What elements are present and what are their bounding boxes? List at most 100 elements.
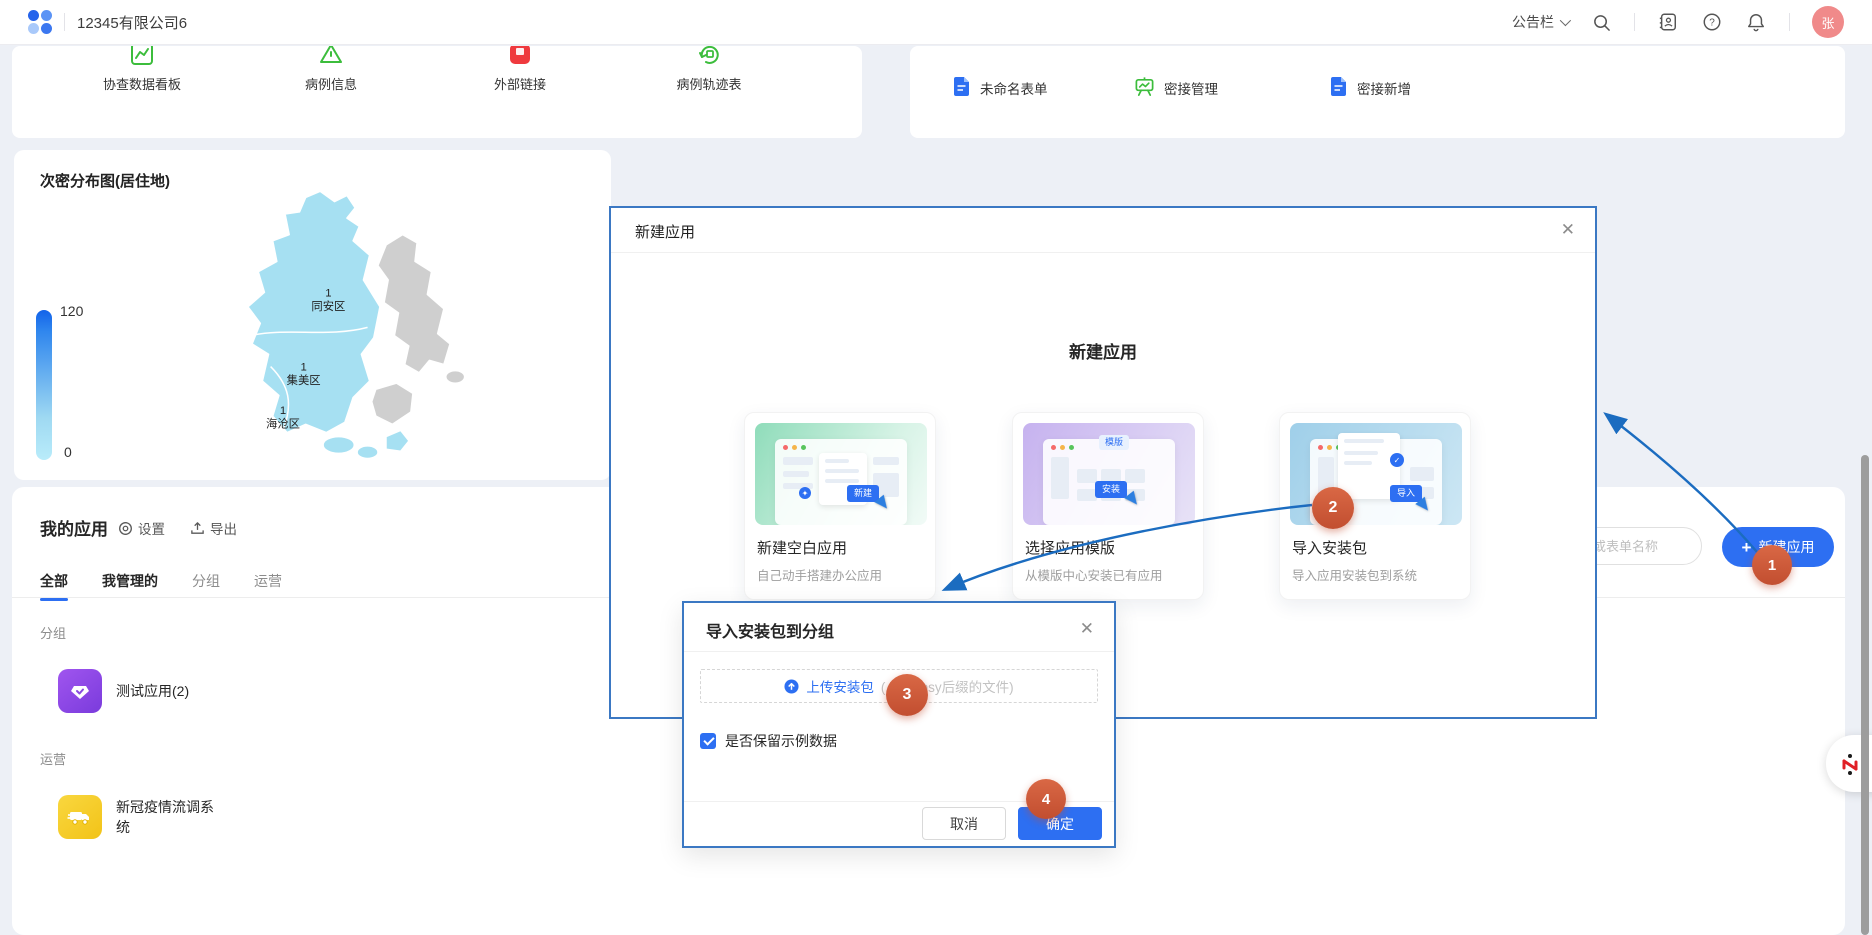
network-n-icon — [1838, 752, 1862, 776]
install-chip: 安装 — [1095, 481, 1127, 498]
plus-icon: + — [1742, 539, 1752, 556]
scrollbar[interactable] — [1861, 455, 1869, 935]
import-chip: 导入 — [1390, 485, 1422, 502]
card-desc: 导入应用安装包到系统 — [1292, 565, 1417, 584]
brand-logo-icon[interactable] — [28, 10, 52, 34]
help-icon[interactable]: ? — [1701, 11, 1723, 33]
divider — [1789, 13, 1790, 31]
modal-heading: 新建应用 — [611, 338, 1595, 363]
quick-app-label: 协查数据看板 — [76, 74, 208, 93]
quick-app-label: 病例轨迹表 — [643, 74, 775, 93]
quick-form-label: 密接管理 — [1164, 78, 1218, 98]
card-title: 新建空白应用 — [757, 537, 847, 558]
contacts-icon[interactable] — [1657, 11, 1679, 33]
quick-form-label: 密接新增 — [1357, 78, 1411, 98]
create-chip: 新建 — [847, 485, 879, 502]
truck-app-icon — [58, 795, 102, 839]
map-card-title: 次密分布图(居住地) — [40, 170, 170, 191]
close-icon[interactable]: ✕ — [1561, 220, 1575, 240]
quick-form-item[interactable]: 未命名表单 — [952, 76, 1048, 100]
app-root: 12345有限公司6 公告栏 ? 张 — [0, 0, 1872, 935]
form-icon — [1329, 76, 1348, 100]
ops-section-label: 运营 — [40, 749, 66, 768]
step-badge-3: 3 — [886, 674, 928, 716]
quick-app-item[interactable]: 病例轨迹表 — [643, 46, 775, 93]
app-name: 新冠疫情流调系统 — [116, 797, 220, 837]
card-desc: 从模版中心安装已有应用 — [1025, 565, 1163, 584]
case-info-icon — [265, 46, 397, 70]
map-legend-gradient — [36, 310, 52, 460]
board-icon — [1134, 76, 1155, 100]
dashboard-chart-icon — [76, 46, 208, 70]
legend-max-value: 120 — [60, 303, 83, 319]
step-badge-1: 1 — [1752, 545, 1792, 585]
blank-app-illustration: ✦ 新建 — [755, 423, 927, 525]
quick-apps-card-left: 协查数据看板 病例信息 外部链接 病例轨迹表 — [12, 46, 862, 138]
quick-app-label: 外部链接 — [454, 74, 586, 93]
region-value: 1 — [325, 287, 331, 299]
modal-title: 新建应用 — [635, 221, 695, 242]
template-illustration: 模版 安装 — [1023, 423, 1195, 525]
app-list-item[interactable]: 新冠疫情流调系统 — [58, 795, 220, 839]
app-name: 测试应用(2) — [116, 681, 220, 701]
quick-form-item[interactable]: 密接管理 — [1134, 76, 1218, 100]
choose-template-card[interactable]: 模版 安装 选择应用模版 从模版中心安装已有应用 — [1012, 412, 1204, 600]
search-icon[interactable] — [1590, 11, 1612, 33]
card-title: 导入安装包 — [1292, 537, 1367, 558]
quick-app-item[interactable]: 病例信息 — [265, 46, 397, 93]
divider — [64, 13, 65, 31]
create-blank-app-card[interactable]: ✦ 新建 新建空白应用 自己动手搭建办公应用 — [744, 412, 936, 600]
region-value: 1 — [280, 405, 286, 417]
quick-form-label: 未命名表单 — [980, 78, 1048, 98]
announcement-label: 公告栏 — [1512, 12, 1554, 32]
region-name: 海沧区 — [266, 416, 300, 430]
company-name: 12345有限公司6 — [77, 12, 187, 33]
svg-text:?: ? — [1709, 18, 1715, 29]
upload-label: 上传安装包 — [806, 676, 874, 696]
quick-app-item[interactable]: 外部链接 — [454, 46, 586, 93]
settings-label: 设置 — [138, 518, 165, 538]
map-island-gray — [372, 383, 413, 424]
region-name: 集美区 — [287, 373, 321, 387]
card-desc: 自己动手搭建办公应用 — [757, 565, 882, 584]
choropleth-map[interactable]: 1 同安区 1 集美区 1 海沧区 — [184, 188, 514, 473]
check-icon: ✓ — [1390, 453, 1404, 467]
cancel-button[interactable]: 取消 — [922, 807, 1006, 840]
region-name: 同安区 — [311, 299, 345, 313]
gear-icon — [118, 521, 133, 536]
bell-icon[interactable] — [1745, 11, 1767, 33]
upload-icon — [784, 679, 799, 694]
chevron-down-icon — [1560, 15, 1571, 26]
app-list-item[interactable]: 测试应用(2) — [58, 669, 220, 713]
form-icon — [952, 76, 971, 100]
import-package-card[interactable]: ✓ 导入 导入安装包 导入应用安装包到系统 — [1279, 412, 1471, 600]
announcement-dropdown[interactable]: 公告栏 — [1512, 12, 1568, 32]
close-icon[interactable]: ✕ — [1080, 619, 1094, 639]
keep-sample-data-checkbox[interactable] — [700, 733, 716, 749]
top-bar: 12345有限公司6 公告栏 ? 张 — [0, 0, 1872, 44]
quick-form-item[interactable]: 密接新增 — [1329, 76, 1411, 100]
divider — [1634, 13, 1635, 31]
checkbox-label: 是否保留示例数据 — [725, 731, 837, 751]
map-card: 次密分布图(居住地) 120 0 1 同安区 1 集美区 1 海沧区 — [14, 150, 611, 480]
modal-title: 导入安装包到分组 — [706, 618, 834, 642]
step-badge-4: 4 — [1026, 779, 1066, 819]
legend-min-value: 0 — [64, 444, 72, 460]
my-apps-title: 我的应用 — [40, 515, 108, 540]
quick-app-item[interactable]: 协查数据看板 — [76, 46, 208, 93]
export-button[interactable]: 导出 — [190, 518, 237, 538]
map-region-gray — [378, 235, 450, 373]
settings-button[interactable]: 设置 — [118, 518, 165, 538]
region-value: 1 — [300, 362, 306, 374]
divider — [611, 252, 1595, 253]
export-label: 导出 — [210, 518, 237, 538]
avatar[interactable]: 张 — [1812, 6, 1844, 38]
trajectory-icon — [643, 46, 775, 70]
template-tag-chip: 模版 — [1099, 435, 1129, 450]
spark-icon: ✦ — [799, 487, 811, 499]
step-badge-2: 2 — [1312, 487, 1354, 529]
group-section-label: 分组 — [40, 623, 66, 642]
export-icon — [190, 521, 205, 536]
external-link-icon — [454, 46, 586, 70]
divider — [684, 651, 1114, 652]
